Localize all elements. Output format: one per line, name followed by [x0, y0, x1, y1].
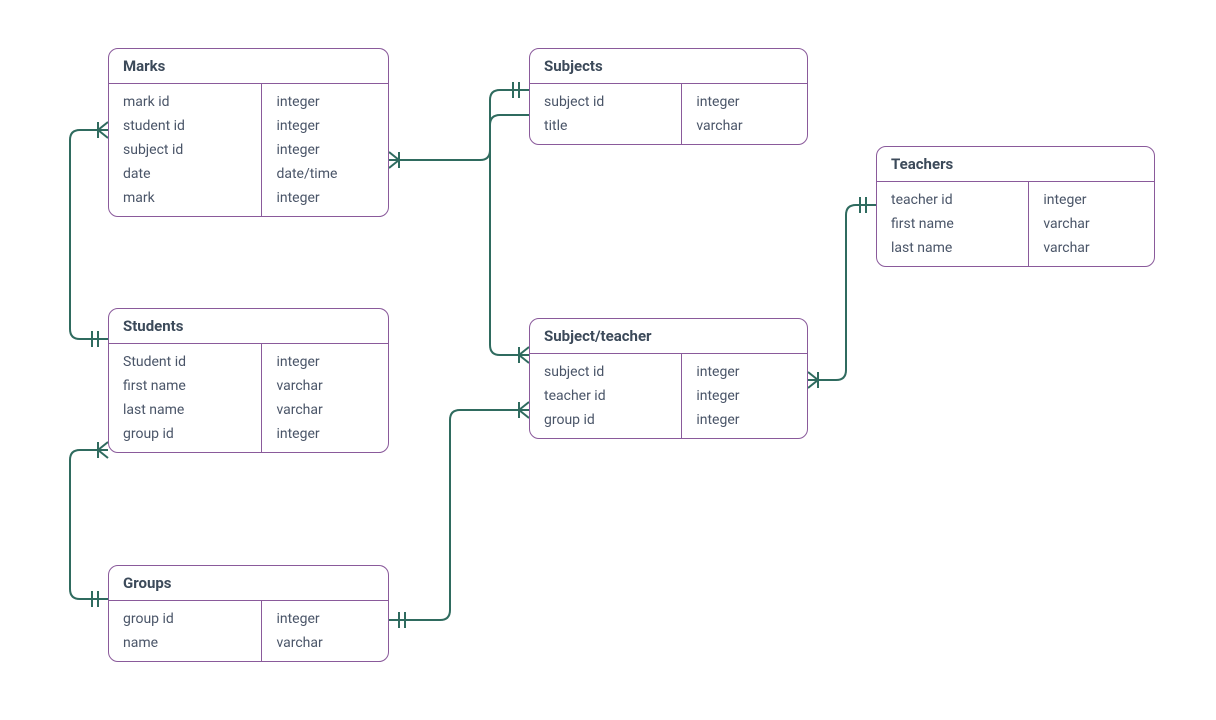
entity-title: Subjects [530, 49, 807, 84]
field-type: integer [682, 90, 807, 114]
field-name: last name [877, 236, 1028, 260]
field-type: integer [262, 350, 388, 374]
field-name: subject id [530, 90, 681, 114]
field-name: group id [109, 422, 261, 446]
field-name: teacher id [877, 188, 1028, 212]
field-type: integer [262, 422, 388, 446]
entity-title: Students [109, 309, 388, 344]
entity-title: Subject/teacher [530, 319, 807, 354]
field-name: teacher id [530, 384, 681, 408]
entity-marks[interactable]: Marks mark id student id subject id date… [108, 48, 389, 217]
field-type: integer [682, 408, 807, 432]
field-type: integer [262, 114, 388, 138]
field-name: Student id [109, 350, 261, 374]
entity-title: Teachers [877, 147, 1154, 182]
field-type: varchar [682, 114, 807, 138]
field-type: integer [682, 360, 807, 384]
field-name: subject id [530, 360, 681, 384]
field-type: date/time [262, 162, 388, 186]
entity-teachers[interactable]: Teachers teacher id first name last name… [876, 146, 1155, 267]
entity-subjects[interactable]: Subjects subject id title integer varcha… [529, 48, 808, 145]
field-type: integer [262, 607, 388, 631]
field-name: group id [530, 408, 681, 432]
field-name: first name [109, 374, 261, 398]
entity-students[interactable]: Students Student id first name last name… [108, 308, 389, 453]
er-diagram-canvas: Marks mark id student id subject id date… [0, 0, 1216, 720]
entity-title: Groups [109, 566, 388, 601]
field-type: integer [1029, 188, 1154, 212]
field-type: integer [262, 138, 388, 162]
field-type: varchar [1029, 236, 1154, 260]
field-type: integer [682, 384, 807, 408]
field-name: group id [109, 607, 261, 631]
field-type: varchar [1029, 212, 1154, 236]
entity-title: Marks [109, 49, 388, 84]
field-name: student id [109, 114, 261, 138]
field-name: date [109, 162, 261, 186]
field-type: integer [262, 186, 388, 210]
field-name: first name [877, 212, 1028, 236]
field-name: last name [109, 398, 261, 422]
field-type: varchar [262, 631, 388, 655]
field-type: varchar [262, 374, 388, 398]
field-name: subject id [109, 138, 261, 162]
field-name: mark id [109, 90, 261, 114]
field-type: integer [262, 90, 388, 114]
field-name: mark [109, 186, 261, 210]
entity-groups[interactable]: Groups group id name integer varchar [108, 565, 389, 662]
field-type: varchar [262, 398, 388, 422]
field-name: title [530, 114, 681, 138]
field-name: name [109, 631, 261, 655]
entity-subject-teacher[interactable]: Subject/teacher subject id teacher id gr… [529, 318, 808, 439]
